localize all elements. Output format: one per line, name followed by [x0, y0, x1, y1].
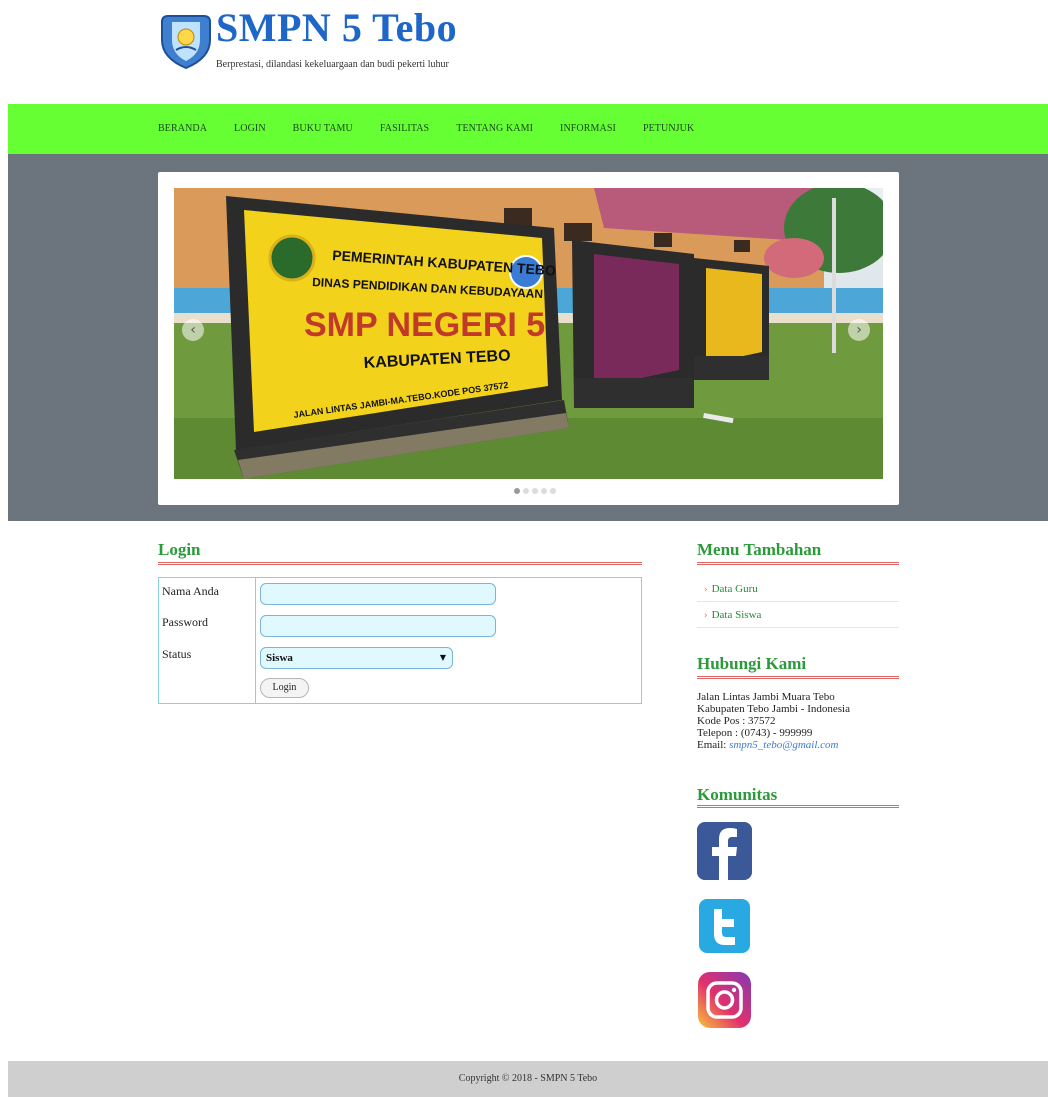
contact-address: Jalan Lintas Jambi Muara Tebo [697, 691, 835, 703]
slider-dot[interactable] [523, 488, 529, 494]
hero-banner: PEMERINTAH KABUPATEN TEBO DINAS PENDIDIK… [8, 154, 1048, 521]
contact-email-row: Email: smpn5_tebo@gmail.com [697, 739, 850, 751]
site-tagline: Berprestasi, dilandasi kekeluargaan dan … [216, 59, 449, 70]
name-label: Nama Anda [162, 584, 219, 598]
contact-email-label: Email: [697, 739, 727, 751]
nav-item-tentang-kami[interactable]: TENTANG KAMI [456, 104, 533, 154]
title-divider [697, 805, 899, 808]
slider-dot[interactable] [541, 488, 547, 494]
nav-item-login[interactable]: LOGIN [234, 104, 266, 154]
twitter-icon[interactable] [697, 897, 752, 955]
password-label: Password [162, 615, 209, 629]
login-form: Nama Anda Password Status Siswa ▼ Login [158, 577, 642, 704]
hubungi-kami-title: Hubungi Kami [697, 654, 807, 673]
instagram-icon[interactable] [697, 971, 752, 1029]
login-section-title: Login [158, 540, 201, 559]
contact-city: Kabupaten Tebo Jambi - Indonesia [697, 703, 850, 715]
contact-email-link[interactable]: smpn5_tebo@gmail.com [729, 739, 838, 751]
sidebar-item-data-siswa[interactable]: › Data Siswa [697, 602, 899, 628]
status-select[interactable]: Siswa ▼ [260, 647, 453, 669]
title-divider [697, 562, 899, 565]
sidebar-item-data-guru[interactable]: › Data Guru [697, 576, 899, 602]
site-footer: Copyright © 2018 - SMPN 5 Tebo [8, 1061, 1048, 1097]
site-title: SMPN 5 Tebo [216, 5, 458, 50]
bullet-arrow-icon: › [704, 611, 708, 621]
contact-phone: Telepon : (0743) - 999999 [697, 727, 813, 739]
komunitas-title: Komunitas [697, 785, 778, 804]
nav-item-informasi[interactable]: INFORMASI [560, 104, 616, 154]
bullet-arrow-icon: › [704, 585, 708, 595]
site-header: SMPN 5 Tebo Berprestasi, dilandasi kekel… [0, 0, 1048, 104]
slide-image: PEMERINTAH KABUPATEN TEBO DINAS PENDIDIK… [174, 188, 883, 479]
slider-prev-arrow-icon[interactable]: ‹ [182, 319, 204, 341]
contact-postal: Kode Pos : 37572 [697, 715, 776, 727]
menu-tambahan-title: Menu Tambahan [697, 540, 822, 559]
status-label: Status [162, 647, 192, 661]
slider-next-arrow-icon[interactable]: › [848, 319, 870, 341]
nav-item-fasilitas[interactable]: FASILITAS [380, 104, 429, 154]
facebook-icon[interactable] [697, 822, 752, 880]
chevron-down-icon: ▼ [439, 653, 446, 662]
slider-dots [514, 488, 559, 494]
nav-item-beranda[interactable]: BERANDA [158, 104, 207, 154]
main-nav: BERANDA LOGIN BUKU TAMU FASILITAS TENTAN… [8, 104, 1048, 154]
contact-info: Jalan Lintas Jambi Muara Tebo Kabupaten … [697, 691, 850, 751]
image-slider: PEMERINTAH KABUPATEN TEBO DINAS PENDIDIK… [158, 172, 899, 505]
sign-line-3: SMP NEGERI 5 [304, 306, 545, 344]
login-button[interactable]: Login [260, 678, 309, 698]
nav-item-buku-tamu[interactable]: BUKU TAMU [293, 104, 353, 154]
slider-dot[interactable] [550, 488, 556, 494]
sidebar-item-label: Data Guru [711, 583, 758, 595]
form-column-divider [255, 578, 256, 703]
title-divider [158, 562, 642, 565]
name-input[interactable] [260, 583, 496, 605]
slider-dot[interactable] [514, 488, 520, 494]
sidebar-item-label: Data Siswa [711, 609, 762, 621]
school-logo-icon [161, 15, 211, 70]
nav-item-petunjuk[interactable]: PETUNJUK [643, 104, 694, 154]
slider-dot[interactable] [532, 488, 538, 494]
footer-copyright: Copyright © 2018 - SMPN 5 Tebo [458, 1073, 598, 1084]
school-sign-photo: PEMERINTAH KABUPATEN TEBO DINAS PENDIDIK… [174, 188, 883, 479]
status-select-value: Siswa [266, 652, 293, 664]
password-input[interactable] [260, 615, 496, 637]
title-divider [697, 676, 899, 679]
